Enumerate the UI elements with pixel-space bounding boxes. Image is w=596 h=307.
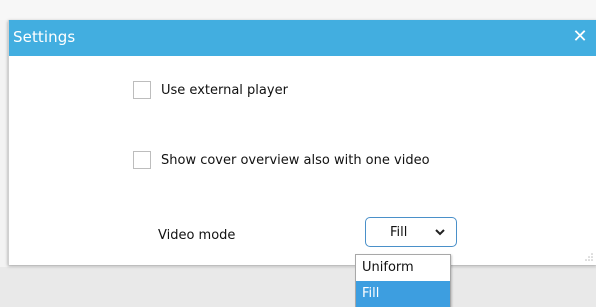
settings-dialog: Settings ✕ Use external player Show cove… <box>8 20 596 265</box>
video-mode-selected-value: Fill <box>390 225 408 240</box>
video-mode-option-fill[interactable]: Fill <box>356 281 450 307</box>
use-external-player-option[interactable]: Use external player <box>133 81 288 99</box>
close-icon[interactable]: ✕ <box>571 26 589 48</box>
use-external-player-checkbox[interactable] <box>133 81 151 99</box>
background-top <box>0 0 596 20</box>
video-mode-option-uniform[interactable]: Uniform <box>356 255 450 281</box>
app-window: Settings ✕ Use external player Show cove… <box>0 0 596 307</box>
use-external-player-label: Use external player <box>161 82 288 98</box>
dialog-title: Settings <box>13 28 76 46</box>
show-cover-overview-option[interactable]: Show cover overview also with one video <box>133 151 430 169</box>
video-mode-dropdown-list: Uniform Fill <box>355 254 451 307</box>
resize-grip-icon[interactable] <box>584 252 594 262</box>
dialog-titlebar[interactable]: Settings ✕ <box>9 20 596 56</box>
show-cover-overview-checkbox[interactable] <box>133 151 151 169</box>
video-mode-select[interactable]: Fill <box>365 217 457 247</box>
video-mode-label: Video mode <box>158 228 236 243</box>
chevron-down-icon[interactable] <box>434 226 446 238</box>
show-cover-overview-label: Show cover overview also with one video <box>161 152 430 168</box>
background-bottom <box>0 267 596 307</box>
